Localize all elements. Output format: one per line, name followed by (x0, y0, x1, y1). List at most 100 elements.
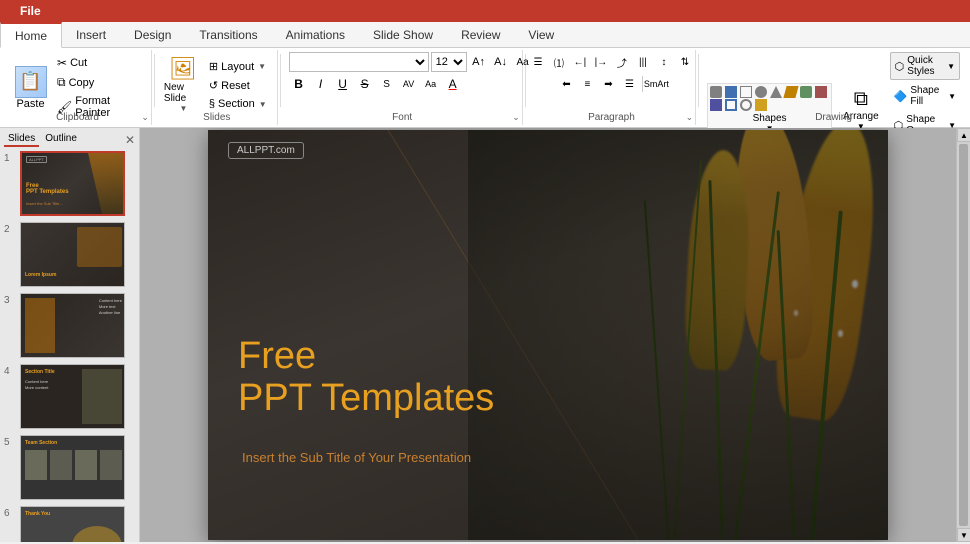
dewdrop-3 (794, 310, 798, 316)
text-direction-button[interactable]: ⇅ (675, 52, 695, 72)
smart-art-button[interactable]: ⤴ (612, 52, 632, 72)
slide3-img-thumb (25, 298, 55, 353)
main-slide[interactable]: ALLPPT.com Free PPT Templates Insert the… (208, 130, 888, 540)
tab-transitions[interactable]: Transitions (185, 22, 271, 47)
slide1-title-thumb: FreePPT Templates (26, 183, 69, 196)
slide2-img-thumb (77, 227, 122, 267)
shape-item (800, 86, 812, 98)
numbering-button[interactable]: ⑴ (549, 52, 569, 72)
underline-button[interactable]: U (333, 74, 353, 94)
section-dropdown-icon: ▼ (259, 100, 267, 109)
convert-smartart-button[interactable]: SmArt (646, 74, 666, 94)
tab-view[interactable]: View (514, 22, 568, 47)
tab-slideshow[interactable]: Slide Show (359, 22, 447, 47)
allppt-text: ALLPPT.com (237, 145, 295, 156)
arrange-button[interactable]: ⧉ Arrange ▼ (836, 85, 886, 134)
scroll-down-button[interactable]: ▼ (957, 528, 970, 542)
tab-review[interactable]: Review (447, 22, 514, 47)
slide-thumb-4[interactable]: 4 Section Title Content hereMore content (4, 364, 135, 429)
dewdrop-1 (852, 280, 858, 288)
tab-design[interactable]: Design (120, 22, 185, 47)
shape-item (710, 86, 722, 98)
font-group-label: Font (283, 112, 522, 123)
decrease-indent-button[interactable]: ←| (570, 52, 590, 72)
font-color-button[interactable]: A (443, 74, 463, 94)
align-center-button[interactable]: ≡ (577, 74, 597, 94)
slide-num-2: 2 (4, 224, 16, 235)
paragraph-group: ☰ ⑴ ←| |→ ⤴ ||| ↕ ⇅ ⬅ ≡ ➡ ☰ SmArt Paragr… (528, 50, 696, 125)
clipboard-expand-icon[interactable]: ⌄ (141, 112, 149, 123)
font-size-select[interactable]: 12 (431, 52, 467, 72)
content-area: ALLPPT.com Free PPT Templates Insert the… (140, 128, 956, 542)
paragraph-expand-icon[interactable]: ⌄ (686, 112, 694, 123)
shape-fill-icon: 🔷 (894, 90, 908, 103)
shape-fill-dropdown[interactable]: ▼ (948, 92, 956, 101)
stem-6 (644, 200, 670, 540)
line-spacing-button[interactable]: ↕ (654, 52, 674, 72)
cut-label: Cut (70, 57, 87, 69)
shape-item (725, 99, 737, 111)
ribbon-content: 📋 Paste ✂ Cut ⧉ Copy 🖌 Format Painter Cl… (0, 48, 970, 128)
align-right-button[interactable]: ➡ (598, 74, 618, 94)
slide-num-1: 1 (4, 153, 16, 164)
slide5-title-thumb: Team Section (25, 440, 57, 446)
slide-thumb-5[interactable]: 5 Team Section (4, 435, 135, 500)
para-row-2: ⬅ ≡ ➡ ☰ SmArt (556, 74, 666, 94)
file-tab[interactable]: File (8, 0, 53, 22)
justify-button[interactable]: ☰ (619, 74, 639, 94)
outline-tab[interactable]: Outline (41, 132, 81, 147)
shape-fill-label: Shape Fill (910, 85, 945, 107)
vertical-scrollbar: ▲ ▼ (956, 128, 970, 542)
tab-animations[interactable]: Animations (272, 22, 359, 47)
slide-thumb-2[interactable]: 2 Lorem Ipsum (4, 222, 135, 287)
char-spacing-button[interactable]: AV (399, 74, 419, 94)
quick-styles-button[interactable]: ⬡ Quick Styles ▼ (890, 52, 960, 80)
quick-styles-label: Quick Styles (907, 55, 944, 77)
shape-item (755, 99, 767, 111)
font-grow-button[interactable]: A↑ (469, 52, 489, 72)
font-shrink-button[interactable]: A↓ (491, 52, 511, 72)
cut-button[interactable]: ✂ Cut (53, 54, 145, 72)
reset-button[interactable]: ↺ Reset (205, 77, 271, 94)
section-button[interactable]: § Section ▼ (205, 96, 271, 112)
paste-button[interactable]: 📋 Paste (10, 60, 51, 116)
layout-button[interactable]: ⊞ Layout ▼ (205, 58, 271, 75)
italic-button[interactable]: I (311, 74, 331, 94)
clipboard-group: 📋 Paste ✂ Cut ⧉ Copy 🖌 Format Painter Cl… (4, 50, 152, 125)
slide-thumb-6[interactable]: 6 Thank You (4, 506, 135, 542)
reset-icon: ↺ (209, 79, 218, 92)
slides-tab[interactable]: Slides (4, 132, 39, 147)
scroll-thumb[interactable] (959, 144, 968, 526)
align-left-button[interactable]: ⬅ (556, 74, 576, 94)
bullets-button[interactable]: ☰ (528, 52, 548, 72)
tab-insert[interactable]: Insert (62, 22, 120, 47)
divider-1 (154, 54, 155, 107)
slides-group-label: Slides (157, 112, 277, 123)
shapes-grid-items (710, 86, 829, 111)
new-slide-button[interactable]: 🖼 New Slide ▼ (163, 56, 203, 112)
increase-indent-button[interactable]: |→ (591, 52, 611, 72)
copy-button[interactable]: ⧉ Copy (53, 73, 145, 92)
panel-close-button[interactable]: ✕ (125, 133, 135, 147)
font-expand-icon[interactable]: ⌄ (512, 112, 520, 123)
slide-preview-6: Thank You (20, 506, 125, 542)
shape-fill-button[interactable]: 🔷 Shape Fill ▼ (890, 83, 960, 109)
slide6-title-thumb: Thank You (25, 511, 50, 517)
change-case-button[interactable]: Aa (421, 74, 441, 94)
bold-button[interactable]: B (289, 74, 309, 94)
new-slide-icon: 🖼 (169, 56, 197, 82)
clipboard-label: Clipboard (4, 112, 151, 123)
slide-title-line1: Free (238, 336, 494, 378)
paragraph-group-label: Paragraph (528, 112, 695, 123)
slide-preview-4: Section Title Content hereMore content (20, 364, 125, 429)
tab-home[interactable]: Home (0, 22, 62, 48)
slide-thumb-1[interactable]: 1 ALLPPT FreePPT Templates Insert the Su… (4, 151, 135, 216)
strikethrough-button[interactable]: S (355, 74, 375, 94)
quick-styles-dropdown[interactable]: ▼ (947, 62, 955, 71)
slide-thumb-3[interactable]: 3 Content hereMore textAnother line (4, 293, 135, 358)
font-family-select[interactable] (289, 52, 429, 72)
slide-title[interactable]: Free PPT Templates (238, 336, 494, 420)
slide-subtitle[interactable]: Insert the Sub Title of Your Presentatio… (242, 450, 471, 465)
column-button[interactable]: ||| (633, 52, 653, 72)
text-shadow-button[interactable]: S (377, 74, 397, 94)
